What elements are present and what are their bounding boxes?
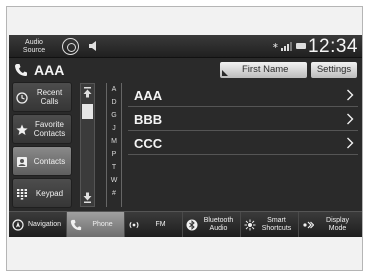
scroll-thumb[interactable]: [82, 104, 93, 119]
menu-item-keypad[interactable]: Keypad: [12, 178, 72, 208]
alpha-index-letter[interactable]: P: [107, 151, 121, 159]
contact-name: CCC: [134, 136, 163, 151]
contact-row[interactable]: CCC: [128, 132, 358, 155]
phone-icon: [70, 219, 82, 231]
label-line: Navigation: [27, 221, 62, 228]
navigation-icon: [12, 219, 24, 231]
label-line: Shortcuts: [261, 225, 292, 232]
label-line: Calls: [40, 97, 59, 106]
menu-item-recent-calls[interactable]: Recent Calls: [12, 82, 72, 112]
battery-icon: [296, 43, 306, 49]
shortcuts-icon: [244, 219, 256, 231]
sort-label: First Name: [242, 64, 289, 75]
contact-name: BBB: [134, 112, 163, 127]
nav-label: Bluetooth Audio: [198, 212, 239, 237]
label-line: Recent: [36, 88, 63, 97]
nav-bluetooth-audio[interactable]: Bluetooth Audio: [183, 212, 241, 237]
nav-display-mode[interactable]: Display Mode: [299, 212, 362, 237]
menu-item-label: Contacts: [30, 147, 69, 175]
chevron-right-icon: [347, 113, 354, 125]
alpha-index-letter[interactable]: D: [107, 99, 121, 107]
clock-icon: [16, 92, 28, 104]
audio-source-label-line-1: Audio: [25, 39, 43, 46]
alpha-index-letter[interactable]: A: [107, 86, 121, 94]
nav-phone[interactable]: Phone: [67, 212, 125, 237]
menu-item-favorite-contacts[interactable]: Favorite Contacts: [12, 114, 72, 144]
phone-side-menu: Recent Calls Favorite Contacts Contacts: [12, 82, 72, 209]
label-line: Bluetooth: [203, 217, 234, 224]
alphabet-index: A D G J M P T W #: [106, 83, 122, 207]
audio-source-button[interactable]: Audio Source: [12, 37, 56, 56]
nav-label: Navigation: [24, 212, 65, 237]
speaker-icon: [89, 41, 96, 51]
bluetooth-status-icon: ∗: [272, 41, 279, 50]
signal-strength-icon: [281, 42, 292, 51]
status-bar: Audio Source ∗ 12:34: [9, 35, 362, 58]
display-mode-icon: [303, 221, 314, 229]
contact-row[interactable]: AAA: [128, 84, 358, 107]
alpha-index-letter[interactable]: #: [107, 190, 121, 198]
bluetooth-icon: [186, 219, 198, 231]
label-line: Mode: [328, 225, 347, 232]
scroll-to-bottom-icon[interactable]: [82, 191, 93, 204]
connected-phone-name: AAA: [34, 62, 65, 78]
nav-fm[interactable]: FM: [125, 212, 183, 237]
menu-item-label: Favorite Contacts: [30, 115, 69, 143]
phone-header: AAA First Name Settings: [9, 59, 362, 81]
menu-item-contacts[interactable]: Contacts: [12, 146, 72, 176]
sort-triangle-icon: [222, 70, 228, 76]
contact-list-scrollbar[interactable]: [80, 83, 95, 207]
nav-label: Display Mode: [314, 212, 361, 237]
menu-item-label: Recent Calls: [30, 83, 69, 111]
nav-label: FM: [140, 212, 181, 237]
nav-smart-shortcuts[interactable]: Smart Shortcuts: [241, 212, 299, 237]
nav-label: Smart Shortcuts: [256, 212, 297, 237]
keypad-icon: [17, 189, 27, 200]
audio-icon-button[interactable]: [62, 38, 79, 55]
label-line: Display: [326, 217, 349, 224]
scroll-to-top-icon[interactable]: [82, 86, 93, 99]
star-icon: [16, 124, 28, 135]
label-line: Audio: [209, 225, 228, 232]
chevron-right-icon: [347, 137, 354, 149]
alpha-index-letter[interactable]: G: [107, 112, 121, 120]
label-line: Smart: [267, 217, 286, 224]
nav-label: Phone: [82, 212, 123, 237]
alpha-index-letter[interactable]: M: [107, 138, 121, 146]
head-unit-screen: Audio Source ∗ 12:34 AAA First Name Sett…: [9, 35, 362, 237]
nav-navigation[interactable]: Navigation: [9, 212, 67, 237]
settings-button[interactable]: Settings: [311, 62, 357, 78]
label-line: Keypad: [35, 188, 64, 198]
bottom-nav-bar: Navigation Phone FM Bluetooth Audio Smar…: [9, 211, 362, 237]
radio-icon: [129, 221, 139, 229]
contact-name: AAA: [134, 88, 163, 103]
label-line: Phone: [92, 221, 113, 228]
label-line: FM: [155, 221, 166, 228]
audio-source-label-line-2: Source: [22, 47, 46, 54]
clock: 12:34: [307, 36, 358, 57]
contact-row[interactable]: BBB: [128, 108, 358, 131]
menu-item-label: Keypad: [30, 179, 69, 207]
chevron-right-icon: [347, 89, 354, 101]
label-line: Contacts: [33, 129, 66, 138]
label-line: Favorite: [35, 120, 64, 129]
sort-first-name-button[interactable]: First Name: [220, 62, 307, 78]
phone-icon: [15, 64, 27, 76]
contacts-icon: [17, 157, 27, 167]
alpha-index-letter[interactable]: T: [107, 164, 121, 172]
alpha-index-letter[interactable]: W: [107, 177, 121, 185]
label-line: Contacts: [33, 156, 66, 166]
alpha-index-letter[interactable]: J: [107, 125, 121, 133]
